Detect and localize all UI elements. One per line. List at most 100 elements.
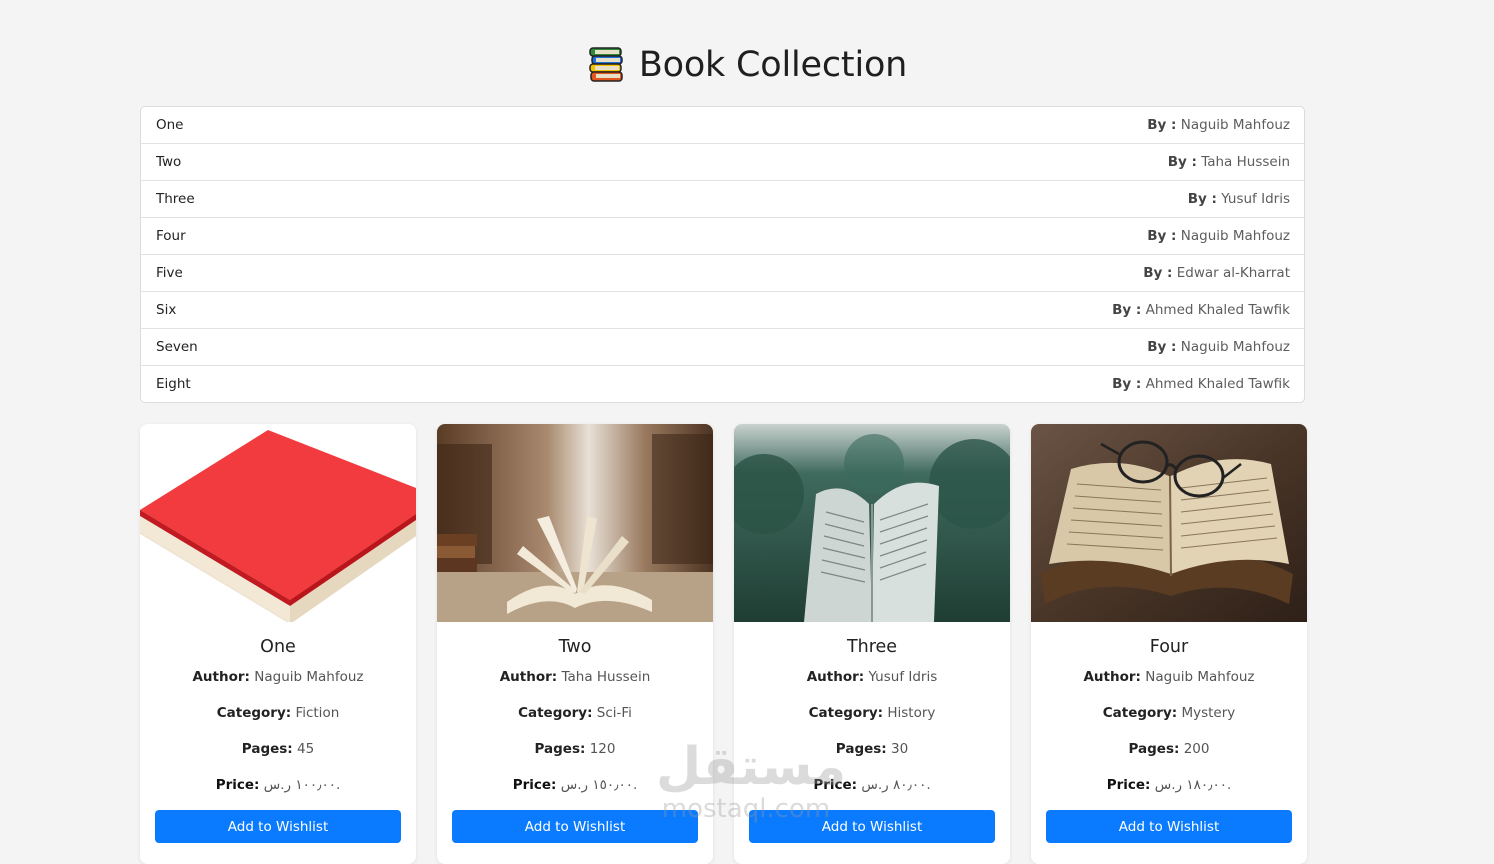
list-item-author: By : Naguib Mahfouz — [1147, 117, 1290, 133]
card-price: Price: ٨٠٫٠٠ ر.س. — [734, 776, 1010, 812]
list-item-title: One — [156, 117, 184, 133]
list-item[interactable]: Five By : Edwar al-Kharrat — [141, 255, 1304, 292]
by-label: By : — [1167, 154, 1197, 170]
list-item[interactable]: Six By : Ahmed Khaled Tawfik — [141, 292, 1304, 329]
author-name: Naguib Mahfouz — [1180, 228, 1290, 244]
by-label: By : — [1147, 339, 1177, 355]
page-header: Book Collection — [0, 42, 1494, 88]
by-label: By : — [1143, 265, 1173, 281]
author-label: Author: — [499, 669, 558, 685]
card-author: Author: Taha Hussein — [437, 668, 713, 704]
list-item[interactable]: Three By : Yusuf Idris — [141, 181, 1304, 218]
price-label: Price: — [215, 777, 260, 793]
pages-value: 200 — [1183, 741, 1210, 757]
price-label: Price: — [512, 777, 557, 793]
books-stack-icon — [589, 47, 623, 82]
card-pages: Pages: 45 — [140, 740, 416, 776]
author-value: Taha Hussein — [561, 669, 651, 685]
by-label: By : — [1147, 117, 1177, 133]
author-name: Ahmed Khaled Tawfik — [1145, 376, 1290, 392]
card-author: Author: Naguib Mahfouz — [1031, 668, 1307, 704]
list-item-author: By : Edwar al-Kharrat — [1143, 265, 1290, 281]
category-label: Category: — [808, 705, 884, 721]
add-to-wishlist-button[interactable]: Add to Wishlist — [155, 810, 401, 843]
pages-label: Pages: — [835, 741, 887, 757]
card-category: Category: Sci-Fi — [437, 704, 713, 740]
pages-value: 45 — [297, 741, 315, 757]
pages-value: 30 — [891, 741, 909, 757]
author-label: Author: — [192, 669, 250, 685]
card-title: Four — [1149, 637, 1189, 657]
price-label: Price: — [813, 777, 858, 793]
page-title: Book Collection — [638, 45, 908, 85]
author-name: Naguib Mahfouz — [1180, 117, 1290, 133]
open-book-forest-image — [734, 424, 1010, 622]
category-value: History — [887, 705, 936, 721]
book-cards: One Author: Naguib Mahfouz Category: Fic… — [140, 424, 1307, 864]
by-label: By : — [1112, 376, 1142, 392]
list-item-title: Eight — [156, 376, 191, 392]
price-label: Price: — [1106, 777, 1151, 793]
list-item[interactable]: Seven By : Naguib Mahfouz — [141, 329, 1304, 366]
price-value: ١٥٠٫٠٠ ر.س. — [560, 777, 638, 793]
pages-label: Pages: — [241, 741, 293, 757]
author-name: Taha Hussein — [1201, 154, 1290, 170]
open-book-library-image — [437, 424, 713, 622]
price-value: ١٠٠٫٠٠ ر.س. — [263, 777, 341, 793]
list-item[interactable]: Four By : Naguib Mahfouz — [141, 218, 1304, 255]
by-label: By : — [1147, 228, 1177, 244]
list-item-title: Six — [156, 302, 177, 318]
open-book-glasses-image — [1031, 424, 1307, 622]
card-category: Category: History — [734, 704, 1010, 740]
author-name: Ahmed Khaled Tawfik — [1145, 302, 1290, 318]
list-item-author: By : Taha Hussein — [1168, 154, 1290, 170]
author-name: Edwar al-Kharrat — [1176, 265, 1290, 281]
author-name: Yusuf Idris — [1221, 191, 1290, 207]
list-item-title: Three — [156, 191, 195, 207]
by-label: By : — [1187, 191, 1217, 207]
book-card: Two Author: Taha Hussein Category: Sci-F… — [437, 424, 713, 864]
card-title: Two — [558, 637, 592, 657]
list-item[interactable]: One By : Naguib Mahfouz — [141, 107, 1304, 144]
category-value: Mystery — [1181, 705, 1236, 721]
book-card: Four Author: Naguib Mahfouz Category: My… — [1031, 424, 1307, 864]
price-value: ١٨٠٫٠٠ ر.س. — [1154, 777, 1232, 793]
card-title: One — [260, 637, 296, 657]
card-price: Price: ١٥٠٫٠٠ ر.س. — [437, 776, 713, 812]
book-list: One By : Naguib Mahfouz Two By : Taha Hu… — [140, 106, 1305, 403]
pages-label: Pages: — [1128, 741, 1180, 757]
author-value: Naguib Mahfouz — [254, 669, 364, 685]
list-item-title: Seven — [156, 339, 198, 355]
list-item-title: Four — [156, 228, 186, 244]
card-category: Category: Fiction — [140, 704, 416, 740]
author-name: Naguib Mahfouz — [1180, 339, 1290, 355]
list-item-author: By : Yusuf Idris — [1188, 191, 1290, 207]
pages-value: 120 — [589, 741, 616, 757]
book-card: Three Author: Yusuf Idris Category: Hist… — [734, 424, 1010, 864]
list-item[interactable]: Eight By : Ahmed Khaled Tawfik — [141, 366, 1304, 402]
list-item[interactable]: Two By : Taha Hussein — [141, 144, 1304, 181]
category-value: Sci-Fi — [596, 705, 632, 721]
author-label: Author: — [806, 669, 865, 685]
red-book-image — [140, 424, 416, 622]
pages-label: Pages: — [534, 741, 586, 757]
add-to-wishlist-button[interactable]: Add to Wishlist — [1046, 810, 1292, 843]
card-author: Author: Naguib Mahfouz — [140, 668, 416, 704]
author-value: Yusuf Idris — [868, 669, 938, 685]
author-label: Author: — [1083, 669, 1141, 685]
list-item-author: By : Naguib Mahfouz — [1147, 339, 1290, 355]
category-label: Category: — [216, 705, 292, 721]
list-item-author: By : Ahmed Khaled Tawfik — [1112, 376, 1290, 392]
add-to-wishlist-button[interactable]: Add to Wishlist — [749, 810, 995, 843]
card-title: Three — [846, 637, 898, 657]
author-value: Naguib Mahfouz — [1145, 669, 1255, 685]
card-pages: Pages: 200 — [1031, 740, 1307, 776]
category-label: Category: — [1102, 705, 1178, 721]
card-pages: Pages: 30 — [734, 740, 1010, 776]
card-pages: Pages: 120 — [437, 740, 713, 776]
list-item-title: Five — [156, 265, 183, 281]
card-price: Price: ١٠٠٫٠٠ ر.س. — [140, 776, 416, 812]
card-price: Price: ١٨٠٫٠٠ ر.س. — [1031, 776, 1307, 812]
list-item-author: By : Ahmed Khaled Tawfik — [1112, 302, 1290, 318]
add-to-wishlist-button[interactable]: Add to Wishlist — [452, 810, 698, 843]
